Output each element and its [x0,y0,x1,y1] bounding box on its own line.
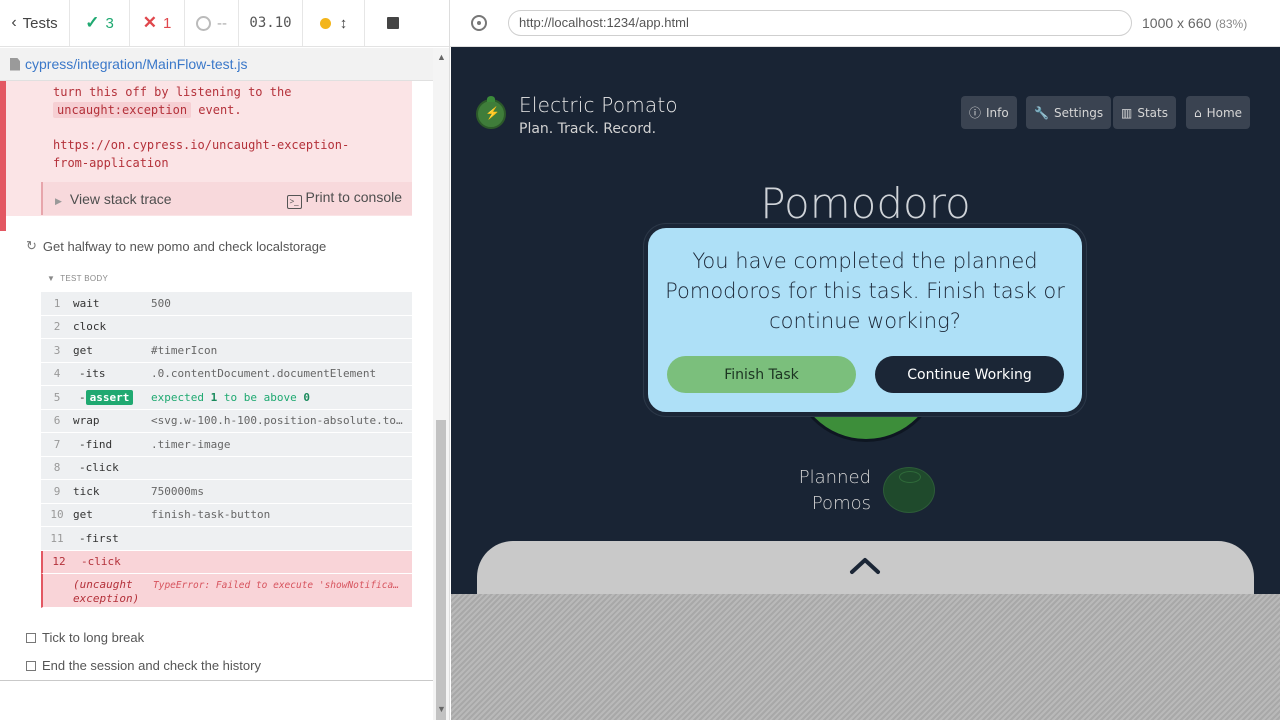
pending-count[interactable]: -- [185,0,239,46]
info-button[interactable]: ⓘ Info [961,96,1017,129]
info-icon: ⓘ [969,106,982,120]
planned-tomato-icon [883,467,935,513]
test-body-toggle[interactable]: ▼ TEST BODY [47,272,113,284]
command-row-assert[interactable]: 5- assert expected 1 to be above 0 [41,386,412,410]
divider [0,680,433,681]
stop-button[interactable] [365,0,420,46]
error-code-chip: uncaught:exception [53,102,192,118]
command-row[interactable]: 7 -find .timer-image [41,433,412,457]
refresh-spinner-icon: ↻ [26,238,37,253]
command-row[interactable]: 11 -first [41,527,412,551]
scroll-arrows-icon: ↕ [339,14,348,32]
command-row[interactable]: 10 get finish-task-button [41,503,412,527]
scrollbar-thumb[interactable] [436,420,446,720]
uncaught-exception-row[interactable]: (uncaught exception) TypeError: Failed to… [41,574,412,608]
error-indicator [0,81,6,231]
url-bar[interactable]: http://localhost:1234/app.html [508,10,1132,36]
wrench-icon: 🔧 [1034,105,1049,120]
modal-message: You have completed the planned Pomodoros… [665,249,1065,333]
autoscroll-toggle[interactable]: ↕ [303,0,365,46]
stats-button[interactable]: ▥ Stats [1113,96,1176,129]
scroll-up-icon[interactable]: ▲ [437,52,446,62]
viewport-size[interactable]: 1000 x 660 (83%) [1142,15,1247,31]
scroll-down-icon[interactable]: ▼ [437,704,446,714]
x-icon: ✕ [142,13,157,32]
command-row[interactable]: 4 -its .0.contentDocument.documentElement [41,362,412,386]
page-title: Pomodoro [760,179,971,228]
running-dot-icon [319,17,331,29]
test-reporter: ‹ Tests ✓ 3 ✕ 1 -- 03.10 ↕ cypress/integ… [0,0,450,720]
stack-trace-row: ▶ View stack trace >_ Print to console [41,182,412,215]
home-icon: ⌂ [1194,105,1202,120]
chevron-left-icon: ‹ [11,14,17,31]
continue-working-button[interactable]: Continue Working [875,356,1064,393]
empty-checkbox-icon [26,660,36,671]
reporter-scrollbar[interactable]: ▲ ▼ [433,48,449,720]
view-stack-trace-toggle[interactable]: ▶ View stack trace [55,191,172,207]
running-test-title[interactable]: ↻ Get halfway to new pomo and check loca… [26,238,326,254]
command-row[interactable]: 6 wrap <svg.w-100.h-100.position-absolute.… [41,409,412,433]
tests-back-button[interactable]: ‹ Tests [0,0,70,46]
brand: Electric Pomato Plan. Track. Record. [519,93,678,137]
selector-playground-icon[interactable] [471,15,487,31]
bar-chart-icon: ▥ [1121,105,1133,120]
chevron-up-icon[interactable] [849,555,881,575]
print-to-console-button[interactable]: >_ Print to console [286,189,402,209]
command-row[interactable]: 8 -click [41,456,412,480]
spec-file-bar[interactable]: cypress/integration/MainFlow-test.js [0,48,433,81]
pending-test-item[interactable]: Tick to long break [26,630,144,645]
viewport-overflow-area [451,594,1280,720]
error-docs-link[interactable]: https://on.cypress.io/uncaught-exception… [53,136,373,172]
duration: 03.10 [239,0,303,46]
command-row[interactable]: 3 get #timerIcon [41,339,412,363]
brand-title: Electric Pomato [519,93,678,117]
error-message: turn this off by listening to the uncaug… [53,85,292,118]
pending-circle-icon [196,15,211,31]
caret-down-icon: ▼ [47,274,56,283]
tomato-logo-icon[interactable] [476,96,506,129]
caret-right-icon: ▶ [55,195,62,206]
command-row[interactable]: 9 tick 750000ms [41,480,412,504]
command-row-failed[interactable]: 12 -click [41,550,412,574]
brand-subtitle: Plan. Track. Record. [519,121,657,137]
stop-icon [386,17,399,29]
reporter-header: ‹ Tests ✓ 3 ✕ 1 -- 03.10 ↕ [0,0,449,47]
assert-badge: assert [85,389,134,405]
completion-modal: You have completed the planned Pomodoros… [644,224,1086,416]
planned-pomos-label: Planned Pomos [798,467,871,514]
passed-count[interactable]: ✓ 3 [70,0,130,46]
app-under-test: Electric Pomato Plan. Track. Record. ⓘIn… [451,47,1280,594]
command-row[interactable]: 2 clock [41,315,412,339]
failed-count[interactable]: ✕ 1 [130,0,185,46]
check-icon: ✓ [85,13,100,32]
finish-task-button[interactable]: Finish Task [667,356,856,393]
command-row[interactable]: 1 wait 500 [41,292,412,316]
task-list-drawer[interactable] [477,541,1254,594]
file-icon [10,57,20,71]
command-log: 1 wait 500 2 clock 3 get #timerIcon 4 -its .0.c… [41,292,412,608]
home-button[interactable]: ⌂ Home [1186,96,1251,129]
settings-button[interactable]: 🔧 Settings [1026,96,1112,129]
pending-test-item[interactable]: End the session and check the history [26,658,261,673]
terminal-icon: >_ [286,194,302,209]
empty-checkbox-icon [26,632,36,643]
